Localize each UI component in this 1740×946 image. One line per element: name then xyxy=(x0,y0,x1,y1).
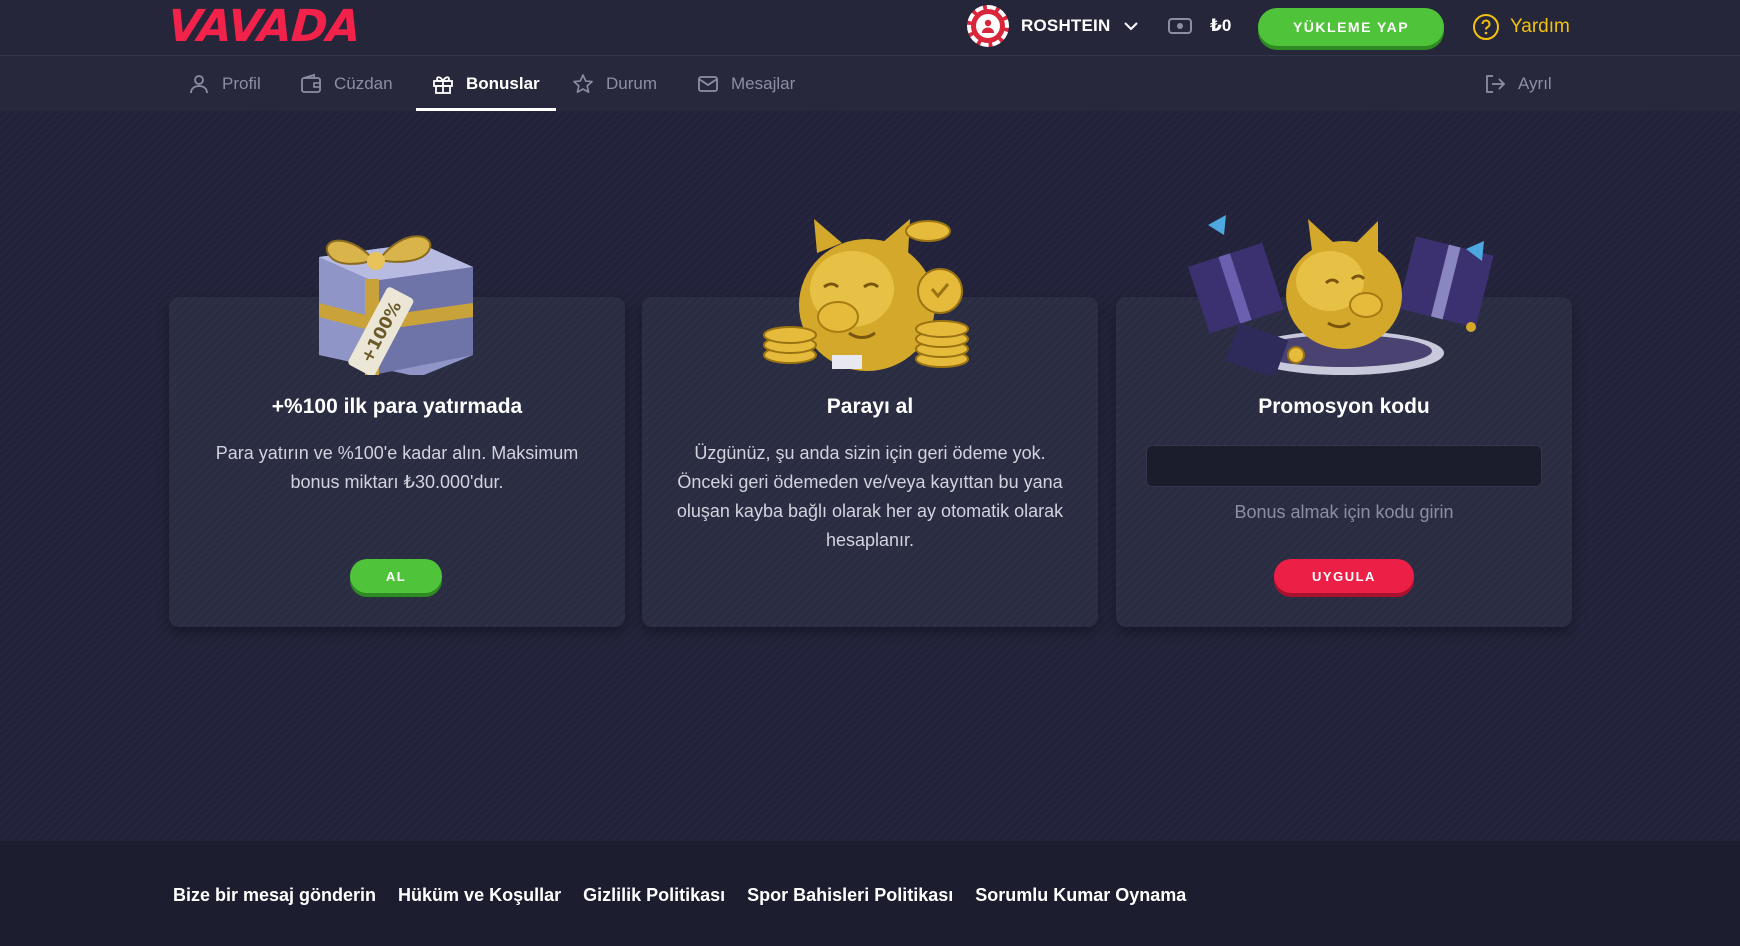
chevron-down-icon xyxy=(1124,22,1139,31)
gift-icon xyxy=(433,75,453,94)
piggy-bank-gifts-icon xyxy=(1188,215,1494,375)
footer-link-sports-policy[interactable]: Spor Bahisleri Politikası xyxy=(747,885,953,906)
footer-links: Bize bir mesaj gönderin Hüküm ve Koşulla… xyxy=(173,885,1186,906)
help-label: Yardım xyxy=(1510,16,1570,37)
tab-mesajlar[interactable]: Mesajlar xyxy=(697,56,795,111)
bonus-card-promo-code: Promosyon kodu Bonus almak için kodu gir… xyxy=(1116,215,1572,627)
card-title: +%100 ilk para yatırmada xyxy=(271,395,523,418)
card-title: Parayı al xyxy=(826,395,914,418)
tab-label: Mesajlar xyxy=(731,73,796,93)
card-title: Promosyon kodu xyxy=(1258,395,1430,418)
star-icon xyxy=(573,73,593,93)
card-description: Üzgünüz, şu anda sizin için geri ödeme y… xyxy=(676,443,1064,550)
deposit-button[interactable]: YÜKLEME YAP xyxy=(1258,8,1444,46)
logout-icon xyxy=(1486,74,1506,93)
avatar xyxy=(967,5,1009,47)
footer-link-privacy[interactable]: Gizlilik Politikası xyxy=(583,885,725,906)
promo-hint: Bonus almak için kodu girin xyxy=(1234,502,1454,522)
wallet-cash-icon xyxy=(1168,18,1192,34)
top-header: VAVADA ROSHTEIN ₺0 YÜKLEME YAP Yardım xyxy=(0,0,1740,56)
tab-cuzdan[interactable]: Cüzdan xyxy=(300,56,393,111)
balance-amount: ₺0 xyxy=(1210,16,1232,35)
bonus-card-first-deposit: +100% +%100 ilk para yatırmada Para yatı… xyxy=(169,235,625,627)
help-link[interactable]: Yardım xyxy=(1472,12,1570,42)
footer-link-terms[interactable]: Hüküm ve Koşullar xyxy=(398,885,561,906)
username: ROSHTEIN xyxy=(1021,16,1111,35)
bonuses-main: +100% +%100 ilk para yatırmada Para yatı… xyxy=(0,111,1740,841)
logout-label: Ayrıl xyxy=(1518,73,1552,93)
wallet-icon xyxy=(301,73,321,93)
tab-profil[interactable]: Profil xyxy=(188,56,261,111)
tab-bonuslar[interactable]: Bonuslar xyxy=(416,56,556,111)
promo-code-input[interactable] xyxy=(1146,445,1542,487)
tab-label: Durum xyxy=(606,73,658,93)
gift-box-icon: +100% xyxy=(319,235,473,375)
account-nav: Profil Cüzdan Bonuslar Durum Mesajlar Ay… xyxy=(0,56,1740,111)
tab-durum[interactable]: Durum xyxy=(572,56,657,111)
footer-link-contact[interactable]: Bize bir mesaj gönderin xyxy=(173,885,376,906)
footer-link-responsible-gaming[interactable]: Sorumlu Kumar Oynama xyxy=(975,885,1186,906)
logout-button[interactable]: Ayrıl xyxy=(1484,56,1552,111)
tab-label: Profil xyxy=(222,73,261,93)
tab-label: Bonuslar xyxy=(466,73,540,93)
user-silhouette-icon xyxy=(976,14,1000,38)
card-description: Para yatırın ve %100'e kadar alın. Maksi… xyxy=(215,443,579,492)
question-circle-icon xyxy=(1473,14,1499,40)
balance-display[interactable]: ₺0 xyxy=(1168,14,1231,38)
mail-icon xyxy=(698,75,718,92)
page-footer: Bize bir mesaj gönderin Hüküm ve Koşulla… xyxy=(0,841,1740,946)
user-menu[interactable]: ROSHTEIN xyxy=(967,4,1140,48)
vavada-logo[interactable]: VAVADA xyxy=(166,1,361,52)
user-icon xyxy=(190,74,208,93)
piggy-bank-coins-icon xyxy=(763,219,969,371)
claim-bonus-button[interactable]: AL xyxy=(350,559,442,593)
bonus-card-cashback: Parayı al Üzgünüz, şu anda sizin için ge… xyxy=(642,219,1098,627)
tab-label: Cüzdan xyxy=(334,73,393,93)
apply-promo-button[interactable]: UYGULA xyxy=(1274,559,1414,593)
